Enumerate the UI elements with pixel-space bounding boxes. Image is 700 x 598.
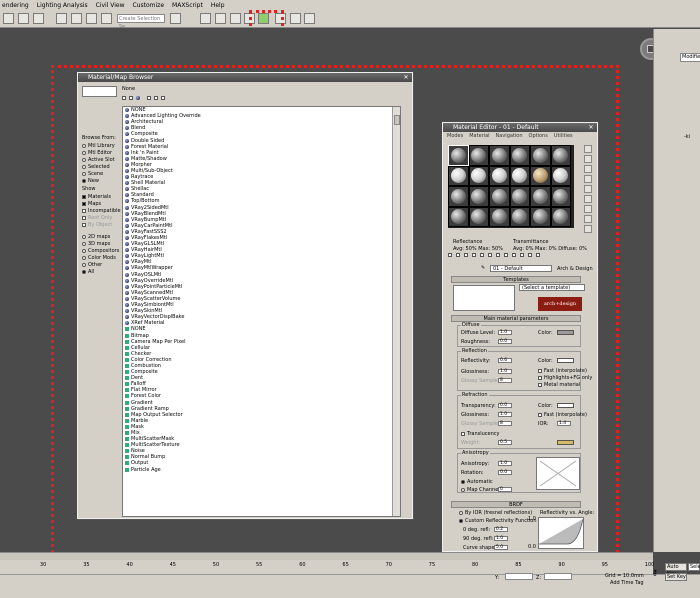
add-time-tag[interactable]: Add Time Tag (610, 580, 644, 586)
set-key-button[interactable]: Set Key (665, 573, 687, 581)
grid-size: Grid = 10.0mm (605, 573, 644, 579)
rendered-frame-icon[interactable] (290, 13, 301, 24)
timeline-tick-label: 60 (299, 562, 306, 568)
mirror-icon[interactable] (170, 13, 181, 24)
timeline-tick-label: 50 (212, 562, 220, 568)
timeline-tick-label: 65 (342, 562, 349, 568)
timeline-tick-label: 85 (515, 562, 522, 568)
menu-maxscript[interactable]: MAXScript (172, 2, 203, 9)
status-bar: Y: Z: Grid = 10.0mm Add Time Tag (0, 573, 700, 598)
menu-civil-view[interactable]: Civil View (96, 2, 125, 9)
percent-snap-icon[interactable] (86, 13, 97, 24)
selection-set-dropdown[interactable]: Create Selection Se (117, 14, 165, 30)
command-panel: Modifier -ki (653, 29, 700, 552)
timeline-tick-label: 95 (601, 562, 608, 568)
timeline-tick-label: 80 (472, 562, 479, 568)
highlight-editor-windows (51, 65, 619, 577)
main-toolbar: Create Selection Se (0, 10, 700, 30)
auto-key-button[interactable]: Auto Key (665, 563, 687, 577)
layer-icon[interactable] (200, 13, 211, 24)
timeline-tick-label: 35 (83, 562, 90, 568)
menu-help[interactable]: Help (211, 2, 225, 9)
menu-lighting-analysis[interactable]: Lighting Analysis (37, 2, 88, 9)
curve-editor-icon[interactable] (230, 13, 241, 24)
y-coord-field[interactable] (505, 573, 533, 580)
timeline-ruler: 30 35 40 45 50 55 60 65 70 75 80 85 90 95 100 (0, 560, 654, 574)
timeline-tick-label: 55 (256, 562, 263, 568)
snap-icon[interactable] (56, 13, 67, 24)
timeline-slider[interactable] (0, 552, 653, 560)
timeline-tick-label: 30 (40, 562, 47, 568)
timeline-tick-label: 40 (126, 562, 133, 568)
graphite-icon[interactable] (215, 13, 226, 24)
menu-bar: endering Lighting Analysis Civil View Cu… (0, 0, 700, 10)
key-icon[interactable]: ⚷ (652, 568, 658, 577)
z-coord-label: Z: (536, 575, 542, 581)
timeline-tick-label: 70 (385, 562, 392, 568)
spinner-snap-icon[interactable] (101, 13, 112, 24)
render-icon[interactable] (304, 13, 315, 24)
timeline-tick-label: 75 (428, 562, 436, 568)
timeline-tick-label: 90 (558, 562, 565, 568)
menu-rendering[interactable]: endering (2, 2, 29, 9)
modifier-list[interactable]: Modifier (680, 53, 700, 62)
menu-customize[interactable]: Customize (133, 2, 165, 9)
transform-icon[interactable] (18, 13, 29, 24)
pivot-icon[interactable] (33, 13, 44, 24)
key-filter-dropdown[interactable]: Selec (688, 563, 700, 571)
timeline-tick-label: 45 (169, 562, 176, 568)
z-coord-field[interactable] (544, 573, 572, 580)
angle-snap-icon[interactable] (71, 13, 82, 24)
y-coord-label: Y: (495, 575, 500, 581)
command-panel-label: -ki (684, 134, 691, 140)
scale-icon[interactable] (3, 13, 14, 24)
